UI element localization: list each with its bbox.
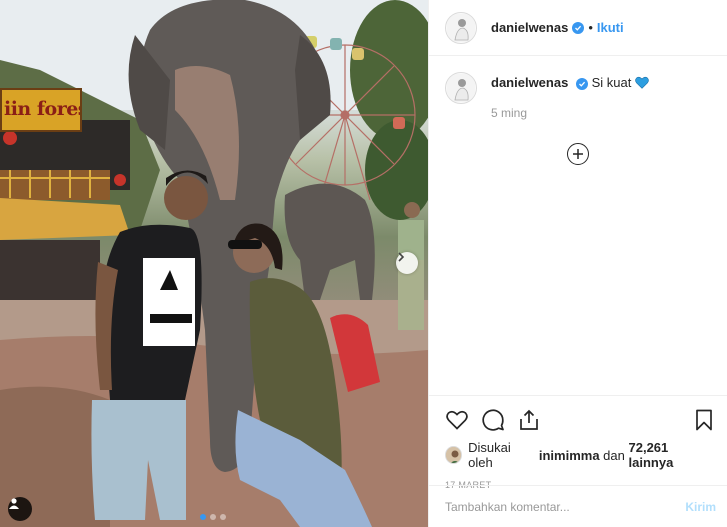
post-side-panel: danielwenas • Ikuti danielwenas Si kuat … <box>428 0 727 527</box>
instagram-post-window: iin forest <box>0 0 727 527</box>
photo-illustration <box>0 0 428 527</box>
user-tag-icon <box>9 498 19 509</box>
profile-picture-icon <box>446 447 462 463</box>
forest-sign: iin forest <box>0 88 82 132</box>
carousel-dot <box>220 514 226 520</box>
profile-picture-icon <box>447 74 475 102</box>
caption-text: Si kuat <box>591 75 632 90</box>
post-photo[interactable]: iin forest <box>0 0 428 527</box>
avatar[interactable] <box>445 72 477 104</box>
chevron-right-icon <box>398 252 405 262</box>
bookmark-icon[interactable] <box>692 408 716 432</box>
carousel-dot <box>200 514 206 520</box>
carousel-indicator <box>200 514 226 520</box>
likes-count[interactable]: 72,261 lainnya <box>629 440 713 470</box>
post-actions-section: Disukai oleh inimimma dan 72,261 lainnya… <box>429 395 727 490</box>
likes-middle: dan <box>603 447 625 463</box>
header-separator: • <box>588 20 593 35</box>
heart-icon[interactable] <box>445 408 469 432</box>
post-comment-button[interactable]: Kirim <box>685 500 716 514</box>
liker-avatar[interactable] <box>445 446 463 464</box>
comment-input[interactable] <box>445 499 686 514</box>
user-tag-button[interactable] <box>8 497 32 521</box>
comment-icon[interactable] <box>481 408 505 432</box>
caption: danielwenas Si kuat 💙 5 ming <box>429 56 727 120</box>
liker-username[interactable]: inimimma <box>539 448 600 463</box>
header-username[interactable]: danielwenas <box>491 20 568 35</box>
avatar[interactable] <box>445 11 477 44</box>
carousel-next-button[interactable] <box>396 252 418 274</box>
blue-heart-icon <box>635 76 649 89</box>
caption-timestamp: 5 ming <box>491 106 528 120</box>
plus-circle-icon <box>573 149 583 159</box>
likes-summary: Disukai oleh inimimma dan 72,261 lainnya <box>429 436 727 470</box>
post-header: danielwenas • Ikuti <box>429 0 727 56</box>
caption-username[interactable]: danielwenas <box>491 75 568 90</box>
load-more-comments-button[interactable] <box>567 143 589 165</box>
carousel-dot <box>210 514 216 520</box>
action-bar <box>429 396 727 436</box>
profile-picture-icon <box>447 13 475 42</box>
share-icon[interactable] <box>517 408 541 432</box>
verified-badge-icon <box>572 21 585 34</box>
verified-badge-icon <box>575 77 588 90</box>
caption-body: danielwenas Si kuat 💙 5 ming <box>491 75 649 120</box>
likes-prefix: Disukai oleh <box>468 440 511 470</box>
follow-button[interactable]: Ikuti <box>597 20 624 35</box>
add-comment-form: Kirim <box>429 485 727 527</box>
